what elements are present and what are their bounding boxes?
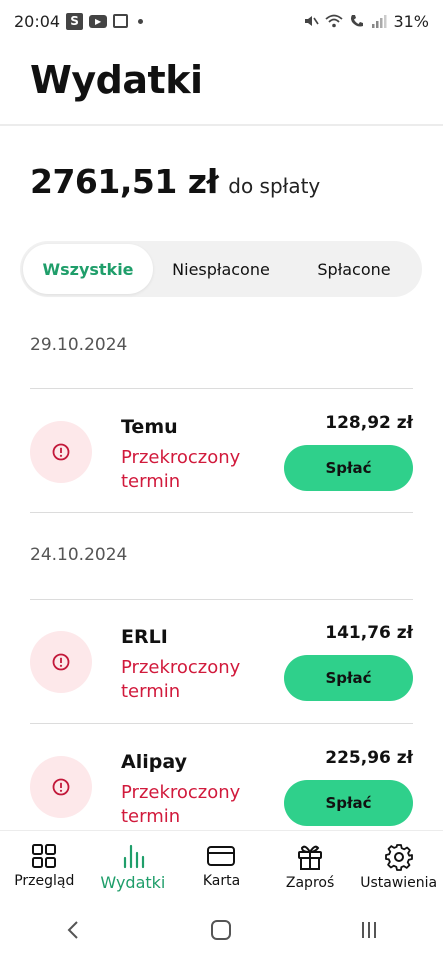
tab-paid[interactable]: Spłacone xyxy=(289,244,419,294)
nav-label: Ustawienia xyxy=(360,875,438,891)
nav-label: Karta xyxy=(202,873,241,889)
recent-apps-icon[interactable] xyxy=(357,918,381,942)
overdue-status: Przekroczony termin xyxy=(121,447,241,492)
divider xyxy=(30,723,413,724)
date-header: 24.10.2024 xyxy=(30,545,128,565)
battery-percent: 31% xyxy=(393,11,429,31)
home-icon[interactable] xyxy=(209,918,233,942)
merchant-name: Alipay xyxy=(121,751,187,773)
overdue-status: Przekroczony termin xyxy=(121,782,241,827)
tab-unpaid[interactable]: Niespłacone xyxy=(153,244,289,294)
card-icon xyxy=(207,846,236,866)
pay-button[interactable]: Spłać xyxy=(284,655,413,701)
expense-amount: 141,76 zł xyxy=(325,623,413,643)
filter-tabs: Wszystkie Niespłacone Spłacone xyxy=(20,241,422,297)
nav-settings[interactable]: Ustawienia xyxy=(354,831,443,901)
page-title: Wydatki xyxy=(30,58,203,102)
divider xyxy=(30,512,413,513)
gear-icon xyxy=(384,844,413,871)
nav-card[interactable]: Karta xyxy=(177,831,266,901)
alert-icon xyxy=(52,653,70,671)
total-amount: 2761,51 zł xyxy=(30,162,219,201)
expense-avatar xyxy=(30,631,92,693)
status-right: 31% xyxy=(303,12,429,31)
signal-icon xyxy=(372,15,387,28)
nav-expenses[interactable]: Wydatki xyxy=(89,831,178,901)
expense-avatar xyxy=(30,756,92,818)
expense-item-temu[interactable]: Temu Przekroczony termin 128,92 zł Spłać xyxy=(30,403,413,513)
wifi-icon xyxy=(325,14,344,28)
youtube-icon: ▶ xyxy=(89,14,108,28)
nav-invite[interactable]: Zaproś xyxy=(266,831,355,901)
expense-amount: 225,96 zł xyxy=(325,748,413,768)
alert-icon xyxy=(52,778,70,796)
s-app-icon: S xyxy=(66,12,84,30)
calendar-icon xyxy=(113,14,129,28)
expense-avatar xyxy=(30,421,92,483)
merchant-name: ERLI xyxy=(121,626,168,648)
status-left: 20:04 S ▶ xyxy=(14,11,144,31)
notification-dot xyxy=(138,18,144,24)
date-header: 29.10.2024 xyxy=(30,335,128,355)
total-summary: 2761,51 zł do spłaty xyxy=(30,162,320,201)
nav-overview[interactable]: Przegląd xyxy=(0,831,89,901)
merchant-name: Temu xyxy=(121,416,178,438)
alert-icon xyxy=(52,443,70,461)
expense-item-erli[interactable]: ERLI Przekroczony termin 141,76 zł Spłać xyxy=(30,613,413,723)
header-divider xyxy=(0,124,443,126)
divider xyxy=(30,599,413,600)
divider xyxy=(30,388,413,389)
tab-all[interactable]: Wszystkie xyxy=(23,244,153,294)
bar-chart-icon xyxy=(123,844,144,869)
bottom-nav: Przegląd Wydatki Karta Zaproś Ustawienia xyxy=(0,830,443,901)
nav-label: Wydatki xyxy=(100,873,166,892)
wifi-call-icon xyxy=(351,15,364,27)
pay-button[interactable]: Spłać xyxy=(284,445,413,491)
back-icon[interactable] xyxy=(62,918,86,942)
overdue-status: Przekroczony termin xyxy=(121,657,241,702)
status-time: 20:04 xyxy=(14,11,61,31)
mute-icon xyxy=(305,16,320,26)
status-bar: 20:04 S ▶ 31% xyxy=(0,0,443,42)
total-label: do spłaty xyxy=(228,174,321,198)
gift-icon xyxy=(298,845,323,870)
nav-label: Zaproś xyxy=(285,875,335,891)
pay-button[interactable]: Spłać xyxy=(284,780,413,826)
expense-amount: 128,92 zł xyxy=(325,413,413,433)
nav-label: Przegląd xyxy=(14,873,75,889)
system-nav-bar xyxy=(0,900,443,960)
grid-icon xyxy=(32,844,57,868)
